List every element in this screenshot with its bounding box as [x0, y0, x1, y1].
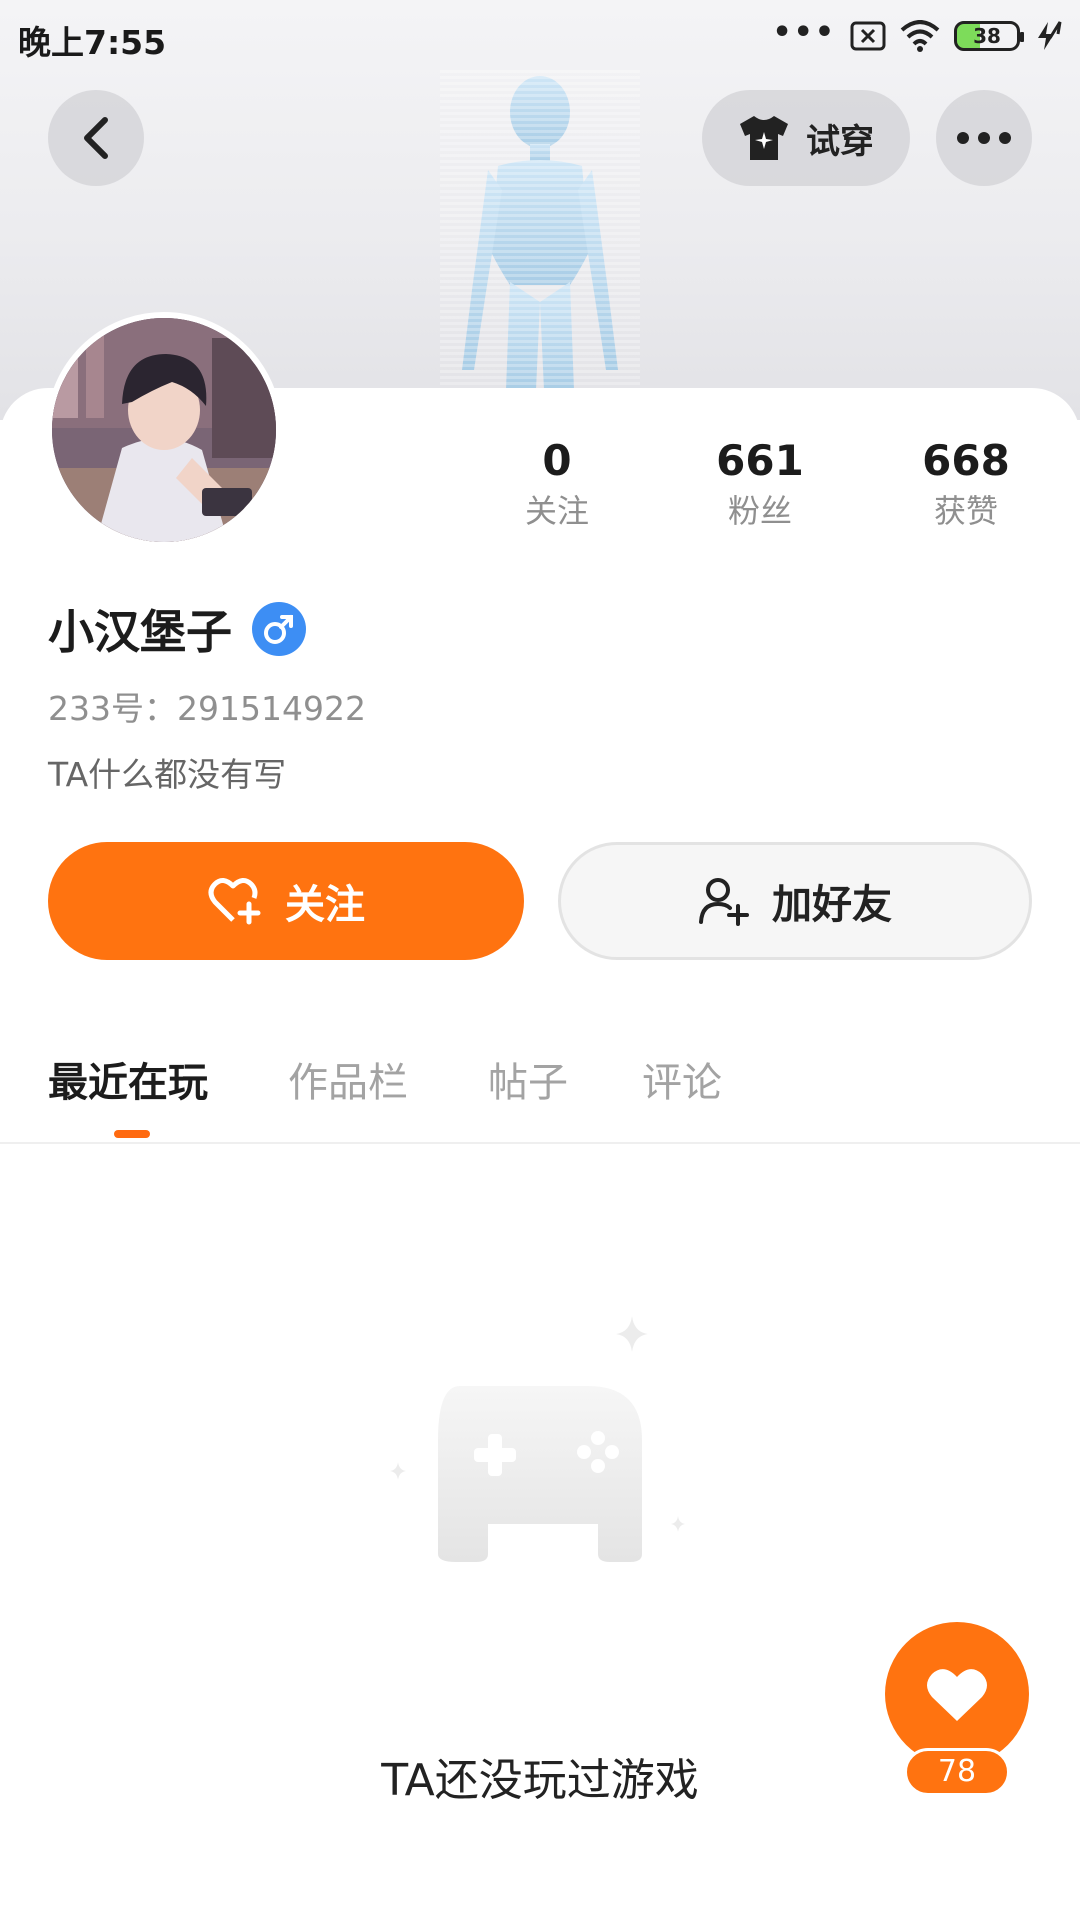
follow-label: 关注 — [285, 882, 365, 928]
battery-icon: 38 — [954, 21, 1024, 51]
user-bio: TA什么都没有写 — [48, 755, 287, 794]
heart-icon — [927, 1669, 987, 1721]
tab-recently-played[interactable]: 最近在玩 — [48, 1050, 208, 1108]
avatar[interactable] — [46, 312, 282, 548]
back-icon — [84, 117, 108, 159]
follow-button[interactable]: 关注 — [48, 842, 524, 960]
wifi-icon — [900, 20, 940, 52]
stat-fans[interactable]: 661 粉丝 — [690, 436, 830, 534]
tab-works[interactable]: 作品栏 — [288, 1050, 408, 1108]
name-row: 小汉堡子 — [48, 596, 306, 662]
add-friend-label: 加好友 — [772, 882, 892, 928]
like-count-badge: 78 — [904, 1748, 1010, 1796]
fans-label: 粉丝 — [727, 492, 792, 530]
battery-level: 38 — [973, 24, 1001, 48]
avatar-3d-figure — [440, 70, 640, 390]
heart-plus-icon — [208, 878, 261, 925]
likes-received-count: 668 — [922, 436, 1010, 485]
tab-comments[interactable]: 评论 — [642, 1050, 722, 1108]
following-count: 0 — [542, 436, 572, 485]
user-id: 233号：291514922 — [48, 689, 366, 728]
notification-dots: ••• — [772, 15, 836, 50]
like-button[interactable] — [885, 1622, 1029, 1766]
back-button[interactable] — [48, 90, 144, 186]
sim-off-icon — [850, 21, 886, 51]
profile-tabs: 最近在玩 作品栏 帖子 评论 — [0, 1040, 1080, 1144]
status-bar: 晚上7:55 ••• 38 — [0, 0, 1080, 72]
avatar-image — [52, 318, 276, 542]
likes-received-label: 获赞 — [933, 492, 998, 530]
stat-following[interactable]: 0 关注 — [487, 436, 627, 534]
status-icons: ••• 38 — [772, 18, 1062, 54]
male-icon — [252, 602, 306, 656]
user-plus-icon — [699, 878, 749, 926]
fans-count: 661 — [716, 436, 804, 485]
stat-likes[interactable]: 668 获赞 — [896, 436, 1036, 534]
add-friend-button[interactable]: 加好友 — [558, 842, 1032, 960]
tab-posts[interactable]: 帖子 — [488, 1050, 568, 1108]
status-time: 晚上7:55 — [18, 23, 167, 62]
more-button[interactable] — [936, 90, 1032, 186]
following-label: 关注 — [524, 492, 589, 530]
try-on-label: 试穿 — [806, 121, 874, 162]
try-on-button[interactable]: 试穿 — [702, 90, 910, 186]
active-tab-indicator — [114, 1130, 150, 1138]
more-icon — [957, 132, 1011, 144]
user-name: 小汉堡子 — [48, 605, 232, 659]
shirt-icon — [740, 116, 788, 160]
charging-icon — [1038, 21, 1062, 50]
gamepad-icon — [390, 1316, 685, 1562]
